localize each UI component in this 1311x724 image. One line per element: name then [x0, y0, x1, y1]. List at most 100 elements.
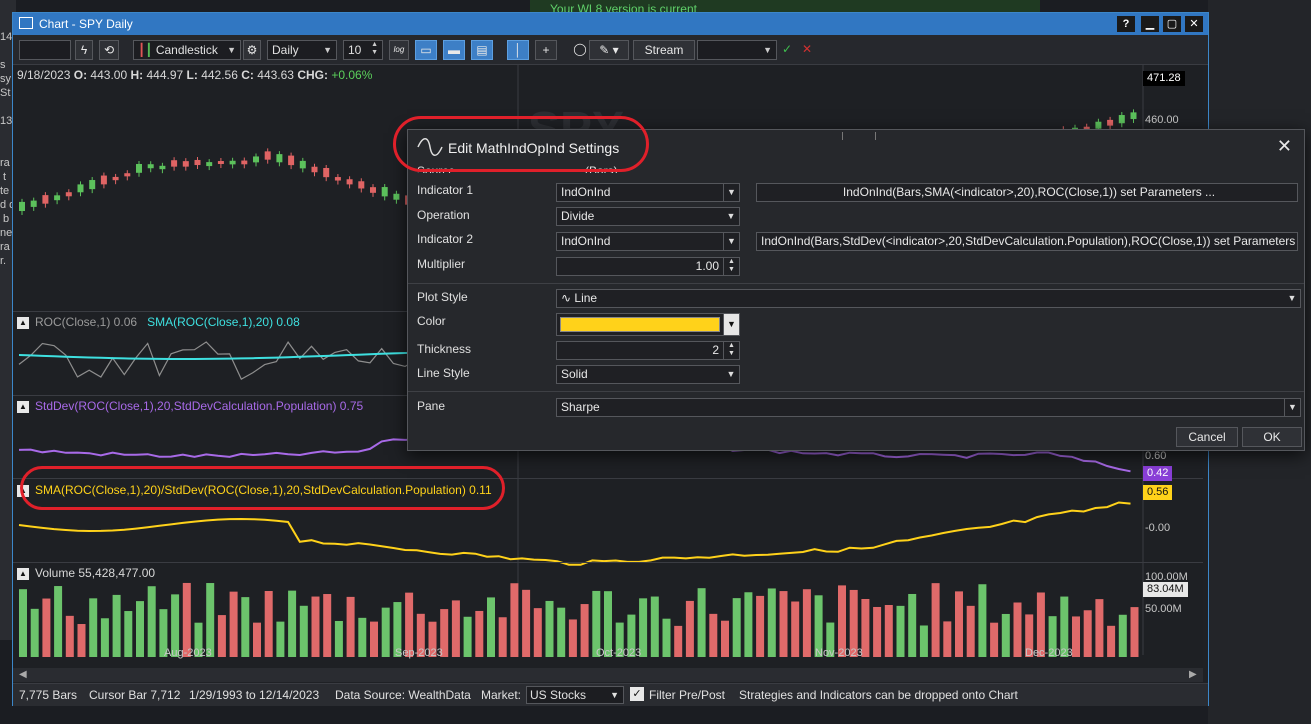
- layout-icon-2[interactable]: ▬: [443, 40, 465, 60]
- spinner-icon[interactable]: ▲ ▼: [723, 258, 739, 275]
- link-icon[interactable]: ⟲: [99, 40, 119, 60]
- roc-pane-label: ▲ ROC(Close,1) 0.06 SMA(ROC(Close,1),20) …: [17, 315, 300, 329]
- x-axis-label: Sep-2023: [395, 647, 443, 659]
- scroll-left-icon[interactable]: ◀: [19, 669, 27, 680]
- price-info: 9/18/2023 O: 443.00 H: 444.97 L: 442.56 …: [17, 68, 373, 82]
- x-axis-label: Aug-2023: [164, 647, 212, 659]
- multiplier-stepper[interactable]: 1.00 ▲ ▼: [556, 257, 740, 276]
- status-hint: Strategies and Indicators can be dropped…: [739, 688, 1018, 702]
- layout-icon-1[interactable]: ▭: [415, 40, 437, 60]
- stddev-label: StdDev(ROC(Close,1),20,StdDevCalculation…: [35, 399, 364, 413]
- drag-handle-icon[interactable]: [842, 132, 876, 140]
- close-button[interactable]: ✕: [1185, 16, 1203, 32]
- market-value: US Stocks: [530, 688, 587, 702]
- sma-label: SMA(ROC(Close,1),20) 0.08: [147, 315, 300, 329]
- divider: [408, 391, 1304, 392]
- dialog-title: Edit MathIndOpInd Settings: [448, 140, 620, 156]
- indicator2-params-button[interactable]: IndOnInd(Bars,StdDev(<indicator>,20,StdD…: [756, 232, 1298, 251]
- indicator1-label: Indicator 1: [417, 183, 474, 197]
- price-axis-label: 460.00: [1145, 114, 1179, 126]
- linestyle-select[interactable]: Solid ▼: [556, 365, 740, 384]
- x-axis-label: Nov-2023: [815, 647, 863, 659]
- volume-pane: ▲ Volume 55,428,477.00 100.00M 83.04M 50.…: [13, 563, 1203, 659]
- spinner-icon[interactable]: ▲ ▼: [723, 342, 739, 359]
- drawing-tools-icon[interactable]: ✎ ▾: [589, 40, 629, 60]
- check-icon[interactable]: ✓: [779, 40, 795, 60]
- price-high: 444.97: [146, 68, 184, 82]
- status-range: 1/29/1993 to 12/14/2023: [189, 688, 320, 702]
- scale-value: Daily: [272, 43, 299, 57]
- dialog-close-icon[interactable]: ✕: [1277, 136, 1292, 157]
- chart-scrollbar[interactable]: ◀ ▶: [13, 668, 1203, 682]
- indicator2-select[interactable]: IndOnInd ▼: [556, 232, 740, 251]
- color-label: Color: [417, 314, 446, 328]
- chart-toolbar: ϟ ⟲ ┃┃ Candlestick ▼ ⚙ Daily ▼ 10 ▲ ▼ log ▭ …: [13, 35, 1208, 65]
- collapse-icon[interactable]: ▲: [17, 484, 29, 497]
- cancel-button[interactable]: Cancel: [1176, 427, 1238, 447]
- market-select[interactable]: US Stocks ▼: [526, 686, 624, 704]
- thickness-label: Thickness: [417, 342, 472, 356]
- stddev-axis-label: 0.60: [1145, 450, 1167, 462]
- collapse-icon[interactable]: ▲: [17, 316, 29, 329]
- stream-button[interactable]: Stream: [633, 40, 695, 60]
- collapse-icon[interactable]: ▲: [17, 567, 29, 580]
- minimize-button[interactable]: ▁: [1141, 16, 1159, 32]
- thickness-stepper[interactable]: 2 ▲ ▼: [556, 341, 740, 360]
- dialog-header[interactable]: Edit MathIndOpInd Settings ✕: [408, 130, 1304, 164]
- bars-stepper[interactable]: 10 ▲ ▼: [343, 40, 383, 60]
- volume-pane-label: ▲ Volume 55,428,477.00: [17, 566, 155, 580]
- sharpe-pane: ▲ SMA(ROC(Close,1),20)/StdDev(ROC(Close,1…: [13, 479, 1203, 563]
- chart-style-value: Candlestick: [155, 43, 218, 57]
- stddev-pane-label: ▲ StdDev(ROC(Close,1),20,StdDevCalculatio…: [17, 399, 363, 413]
- scale-select[interactable]: Daily ▼: [267, 40, 337, 60]
- chevron-down-icon: ▼: [726, 211, 736, 221]
- plotstyle-select[interactable]: ∿ Line ▼: [556, 289, 1301, 308]
- scroll-right-icon[interactable]: ▶: [1189, 669, 1197, 680]
- edit-indicator-dialog: Edit MathIndOpInd Settings ✕ Source (Bar…: [407, 129, 1305, 451]
- chart-app-icon: [19, 17, 33, 29]
- pane-label: Pane: [417, 399, 446, 413]
- status-source: Data Source: WealthData: [335, 688, 471, 702]
- chevron-down-icon: ▼: [723, 314, 739, 335]
- volume-label: Volume 55,428,477.00: [35, 566, 156, 580]
- maximize-button[interactable]: ▢: [1163, 16, 1181, 32]
- layout-icon-3[interactable]: ▤: [471, 40, 493, 60]
- chart-style-select[interactable]: ┃┃ Candlestick ▼: [133, 40, 241, 60]
- x-axis-label: Dec-2023: [1025, 647, 1073, 659]
- sharpe-label: SMA(ROC(Close,1),20)/StdDev(ROC(Close,1)…: [35, 483, 492, 497]
- source-label: Source: [417, 164, 456, 173]
- bars-value: 10: [348, 43, 362, 57]
- price-low: 442.56: [201, 68, 238, 82]
- volume-tag: 83.04M: [1143, 582, 1188, 597]
- cancel-icon[interactable]: ✕: [799, 40, 815, 60]
- circle-icon[interactable]: ◯: [573, 40, 587, 60]
- indicator1-params-button[interactable]: IndOnInd(Bars,SMA(<indicator>,20),ROC(Cl…: [756, 183, 1298, 202]
- chevron-down-icon: ▼: [723, 233, 739, 250]
- lightning-icon[interactable]: ϟ: [75, 40, 93, 60]
- strategy-select[interactable]: ▼: [697, 40, 777, 60]
- window-titlebar[interactable]: Chart - SPY Daily ? ▁ ▢ ✕: [13, 13, 1208, 35]
- source-value: (Bars): [585, 164, 618, 173]
- operation-label: Operation: [417, 208, 470, 222]
- log-scale-button[interactable]: log: [389, 40, 409, 60]
- symbol-input[interactable]: [19, 40, 71, 60]
- pane-select[interactable]: Sharpe ▼: [556, 398, 1301, 417]
- chevron-down-icon: ▼: [723, 184, 739, 201]
- color-picker[interactable]: ▼: [556, 313, 740, 336]
- operation-select[interactable]: Divide ▼: [556, 207, 740, 226]
- gear-icon[interactable]: ⚙: [243, 40, 261, 60]
- roc-label: ROC(Close,1) 0.06: [35, 315, 138, 329]
- price-close: 443.63: [257, 68, 294, 82]
- collapse-icon[interactable]: ▲: [17, 400, 29, 413]
- linestyle-label: Line Style: [417, 366, 470, 380]
- cursor-line-icon[interactable]: │: [507, 40, 529, 60]
- sharpe-pane-label: ▲ SMA(ROC(Close,1),20)/StdDev(ROC(Close,1…: [17, 483, 492, 497]
- crosshair-icon[interactable]: +: [535, 40, 557, 60]
- ok-button[interactable]: OK: [1242, 427, 1302, 447]
- status-market-label: Market:: [481, 688, 522, 702]
- filter-checkbox[interactable]: ✓: [630, 687, 644, 701]
- indicator1-select[interactable]: IndOnInd ▼: [556, 183, 740, 202]
- status-bars: 7,775 Bars: [19, 688, 78, 702]
- sharpe-axis-label: -0.00: [1145, 522, 1171, 534]
- help-button[interactable]: ?: [1117, 16, 1135, 32]
